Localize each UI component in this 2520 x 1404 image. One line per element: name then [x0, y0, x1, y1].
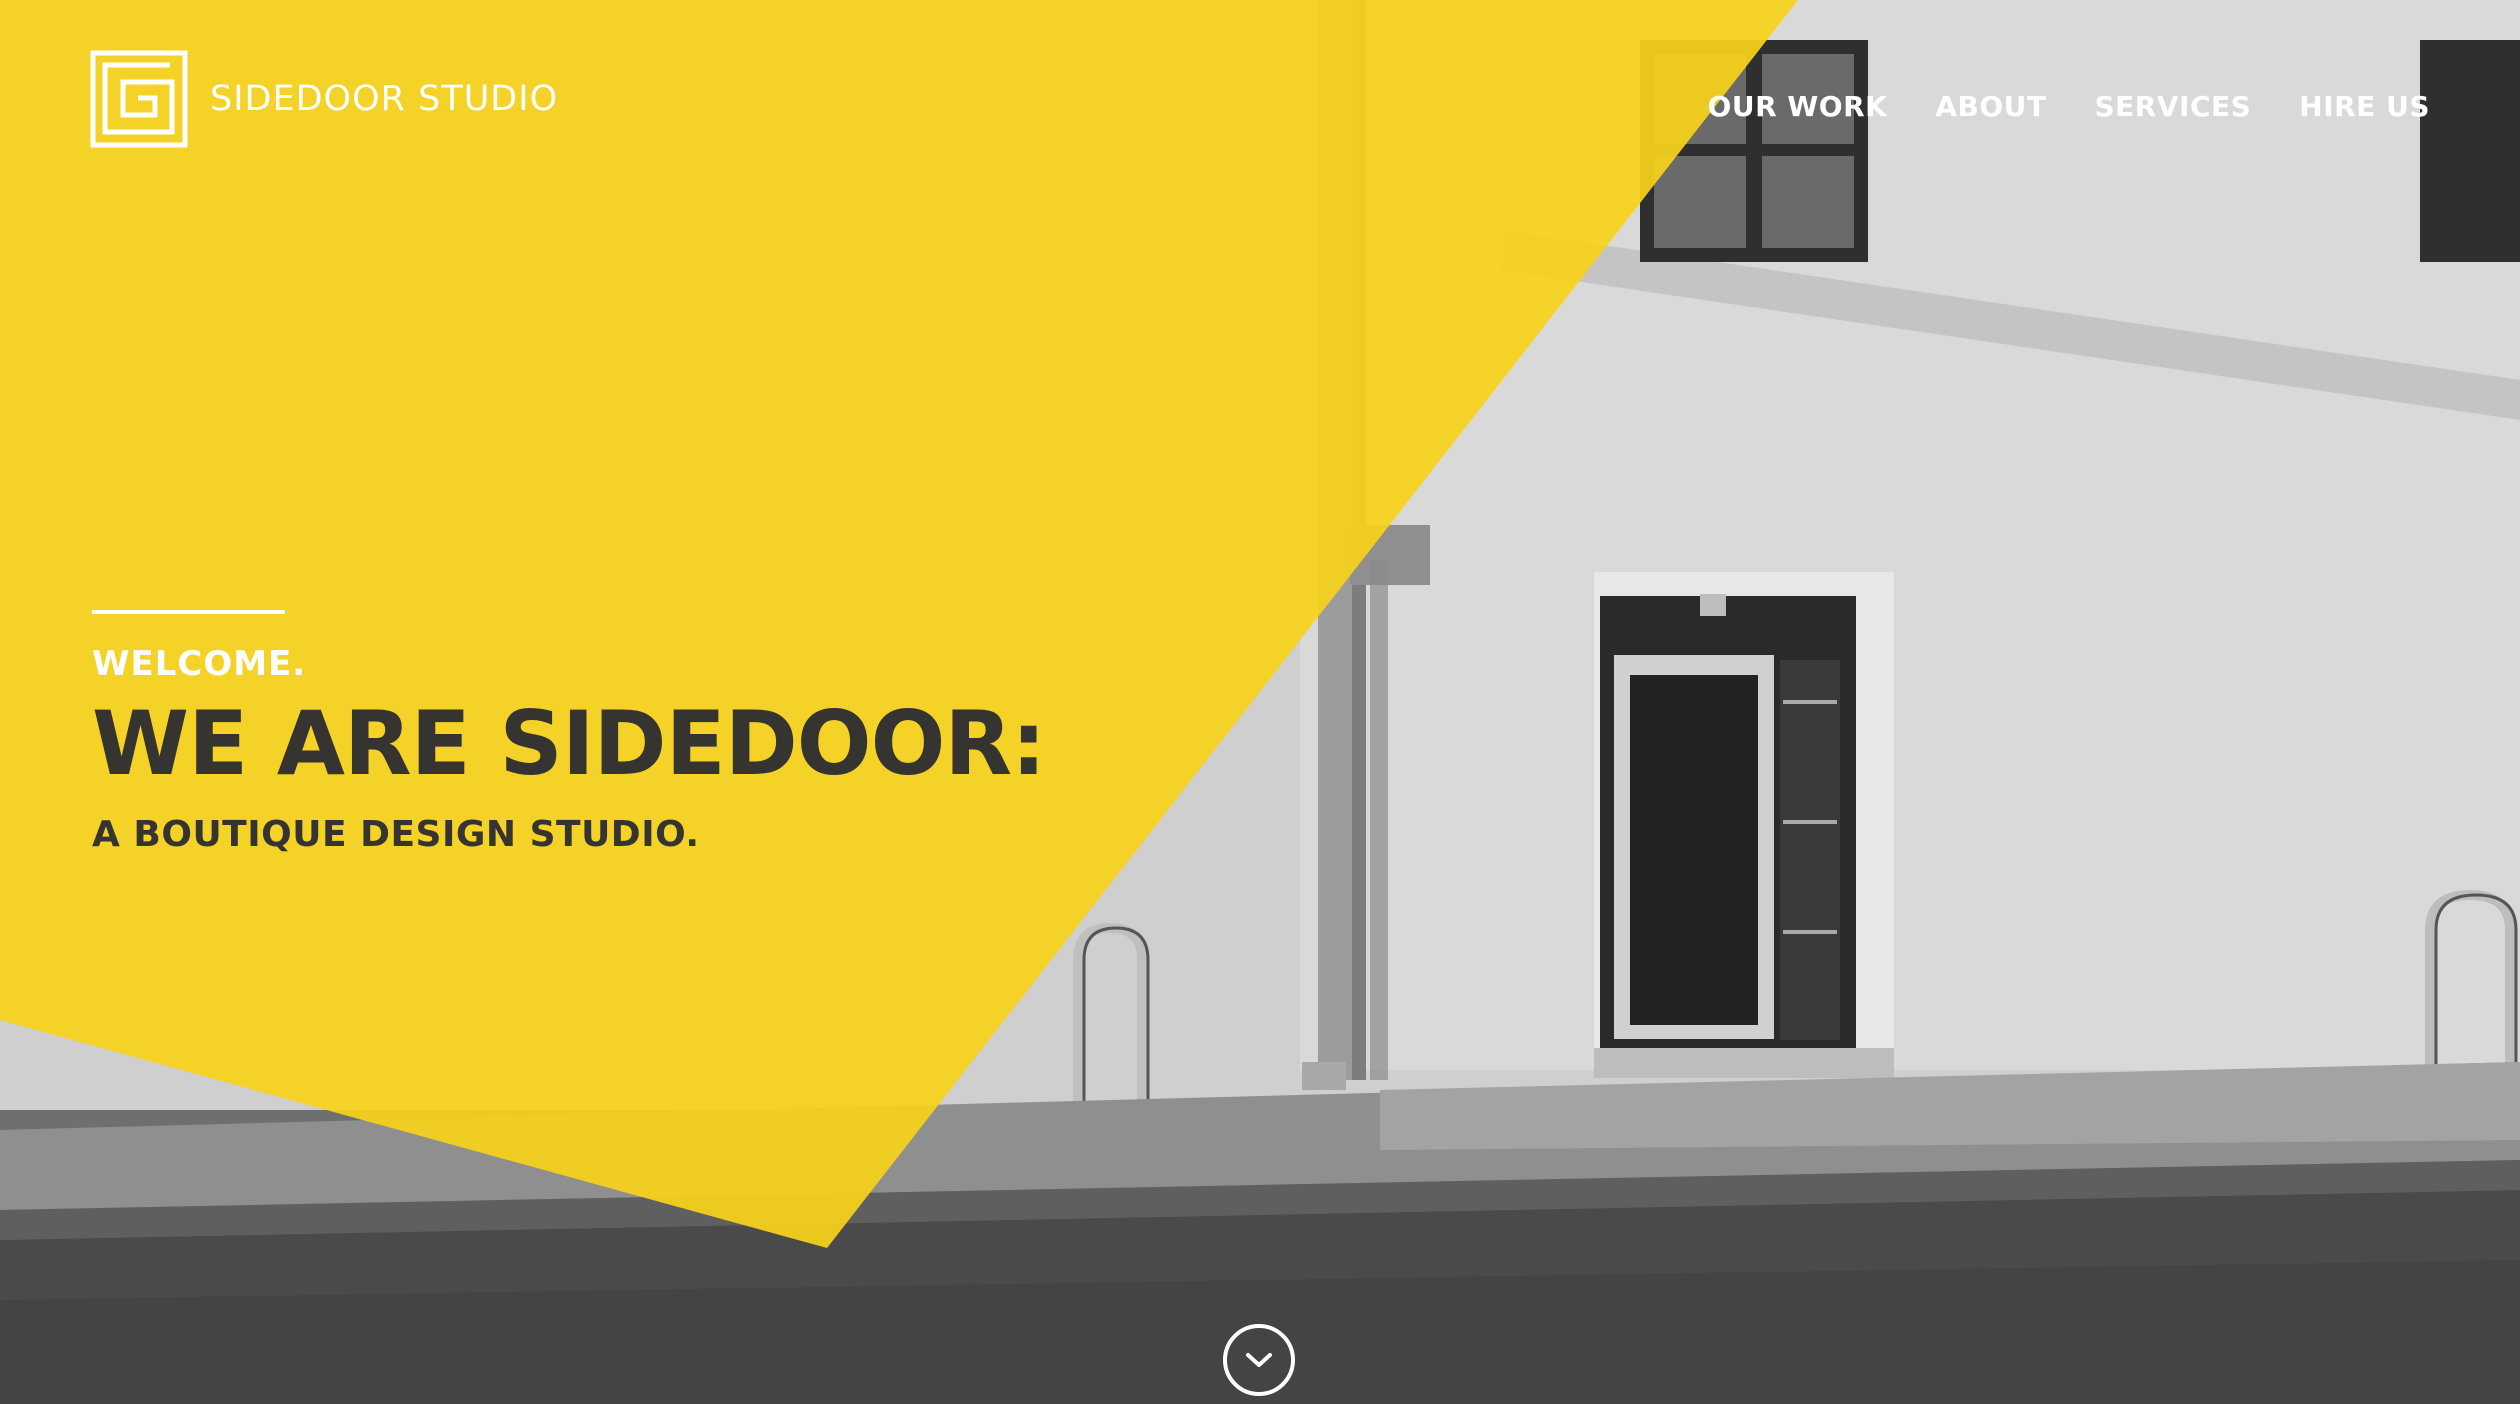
- brand-logo[interactable]: SIDEDOOR STUDIO: [90, 50, 558, 148]
- brand-name: SIDEDOOR STUDIO: [210, 79, 559, 119]
- nav-our-work[interactable]: OUR WORK: [1708, 90, 1888, 123]
- main-navigation: OUR WORK ABOUT SERVICES HIRE US: [1708, 90, 2430, 123]
- hero-subhead: A BOUTIQUE DESIGN STUDIO.: [92, 814, 700, 855]
- chevron-down-icon: [1246, 1353, 1272, 1367]
- hero-section: SIDEDOOR STUDIO OUR WORK ABOUT SERVICES …: [0, 0, 2520, 1404]
- nav-hire-us[interactable]: HIRE US: [2299, 90, 2430, 123]
- sidedoor-maze-logo-icon: [90, 50, 188, 148]
- intro-divider: [92, 610, 285, 614]
- scroll-down-button[interactable]: [1223, 1324, 1295, 1396]
- hero-intro: WELCOME. WE ARE SIDEDOOR: A BOUTIQUE DES…: [92, 610, 1046, 855]
- welcome-text: WELCOME.: [92, 644, 307, 684]
- nav-services[interactable]: SERVICES: [2095, 90, 2252, 123]
- nav-about[interactable]: ABOUT: [1935, 90, 2046, 123]
- hero-headline: WE ARE SIDEDOOR:: [92, 692, 1046, 795]
